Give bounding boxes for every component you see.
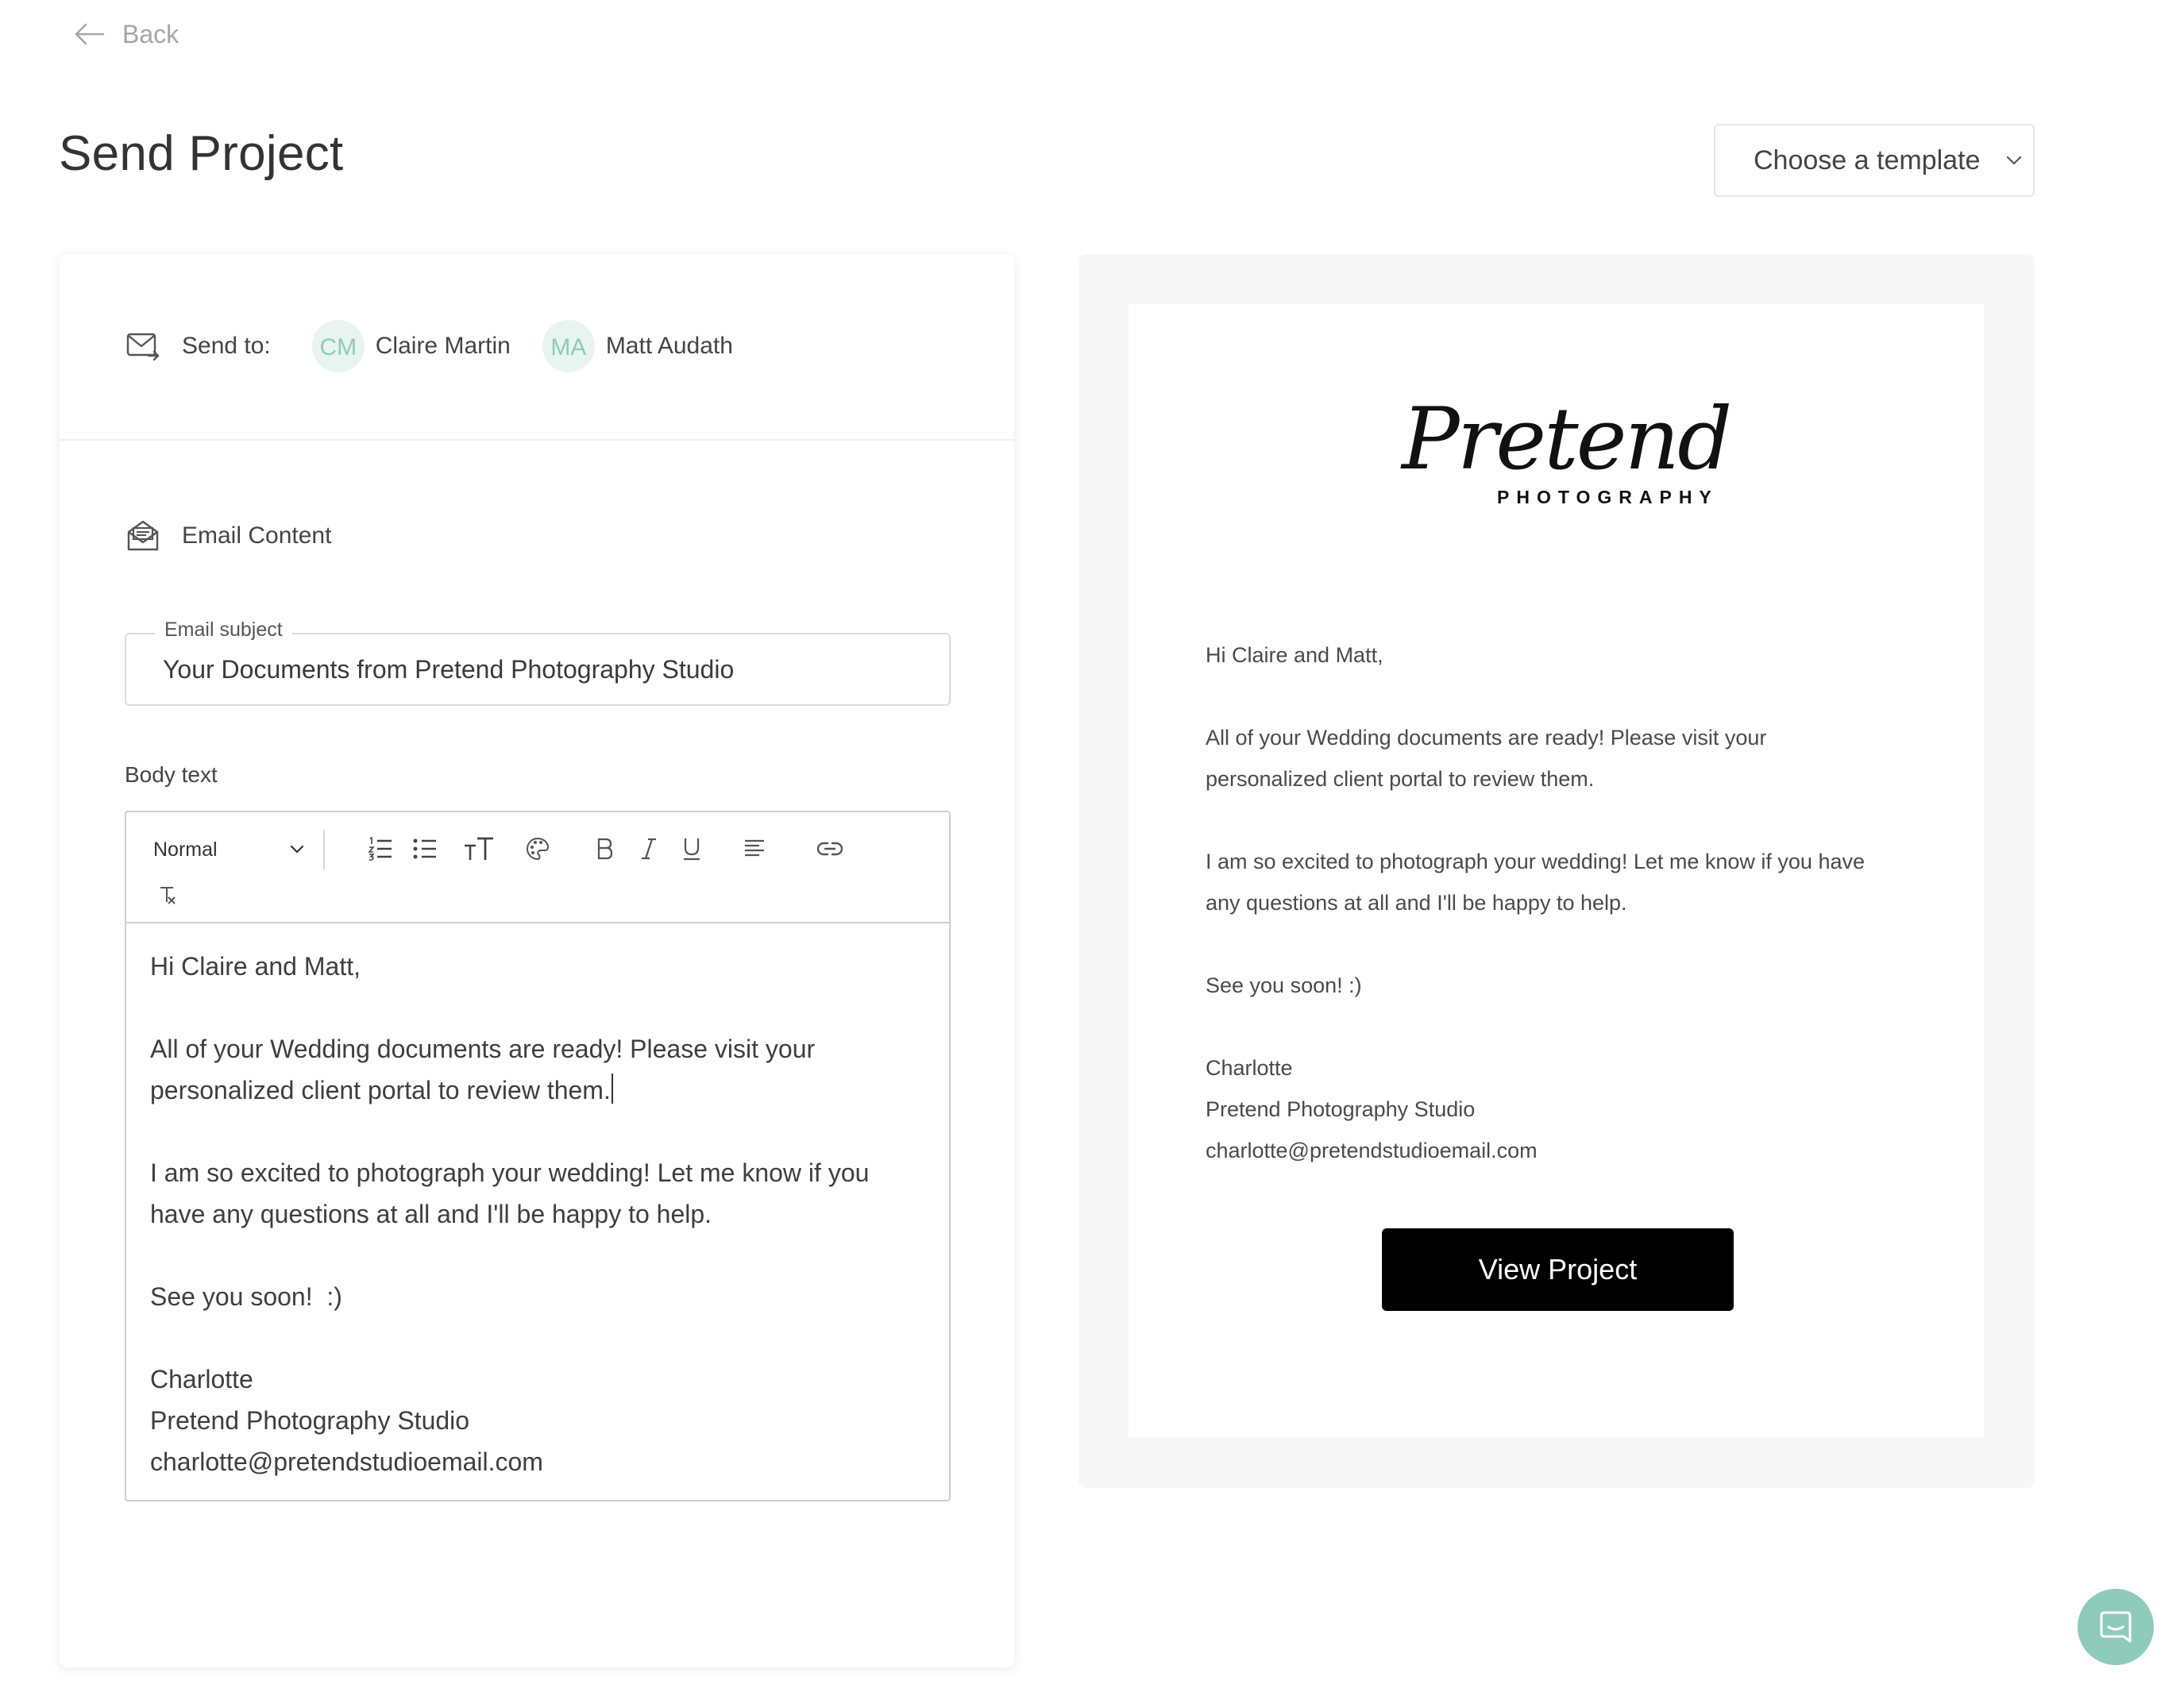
back-label: Back: [122, 19, 179, 48]
studio-logo: Pretend PHOTOGRAPHY: [1399, 390, 1732, 525]
editor-paragraph-line: have any questions at all and I'll be ha…: [150, 1200, 712, 1228]
underline-icon[interactable]: [677, 833, 706, 865]
chevron-down-icon: [290, 845, 304, 854]
recipient-chip[interactable]: MA Matt Audath: [542, 320, 733, 372]
body-text-label: Body text: [125, 762, 218, 787]
rich-text-editor: Normal Hi Claire and Matt, All of your W…: [125, 811, 951, 1501]
italic-icon[interactable]: [635, 833, 663, 865]
arrow-left-icon: [73, 22, 105, 46]
editor-closing: See you soon! :): [150, 1282, 342, 1311]
text-cursor: [611, 1073, 613, 1104]
color-palette-icon[interactable]: [522, 833, 554, 865]
send-to-label: Send to:: [182, 333, 271, 359]
format-select-value: Normal: [153, 838, 218, 861]
send-to-row: Send to: CM Claire Martin MA Matt Audath: [126, 316, 765, 376]
email-content-label: Email Content: [182, 522, 332, 549]
back-link[interactable]: Back: [73, 16, 179, 52]
editor-paragraph-line: personalized client portal to review the…: [150, 1070, 928, 1111]
preview-closing: See you soon! :): [1206, 973, 1362, 997]
ordered-list-icon[interactable]: [365, 833, 396, 865]
logo-subtitle: PHOTOGRAPHY: [1497, 487, 1719, 507]
chevron-down-icon: [2005, 155, 2023, 166]
text-size-icon[interactable]: [461, 833, 496, 865]
recipient-name: Matt Audath: [605, 333, 733, 359]
editor-text: personalized client portal to review the…: [150, 1076, 611, 1104]
bold-icon[interactable]: [590, 833, 619, 865]
email-preview: Pretend PHOTOGRAPHY Hi Claire and Matt, …: [1129, 304, 1984, 1437]
preview-signature-studio: Pretend Photography Studio: [1206, 1097, 1476, 1121]
email-subject-field: Email subject: [125, 619, 951, 706]
editor-greeting: Hi Claire and Matt,: [150, 952, 361, 981]
editor-paragraph-line: I am so excited to photograph your weddi…: [150, 1158, 870, 1187]
page-title: Send Project: [59, 126, 344, 181]
divider: [60, 439, 1014, 441]
chat-launcher-button[interactable]: [2078, 1589, 2154, 1665]
preview-paragraph-line: I am so excited to photograph your weddi…: [1206, 850, 1865, 873]
recipient-chip[interactable]: CM Claire Martin: [311, 320, 511, 372]
align-left-icon[interactable]: [739, 833, 770, 865]
template-select-label: Choose a template: [1754, 145, 1981, 175]
email-preview-panel: Pretend PHOTOGRAPHY Hi Claire and Matt, …: [1078, 254, 2035, 1488]
preview-paragraph-line: any questions at all and I'll be happy t…: [1206, 891, 1627, 915]
mail-open-icon: [126, 519, 160, 553]
recipient-name: Claire Martin: [375, 333, 511, 359]
preview-body: Hi Claire and Matt, All of your Wedding …: [1206, 634, 1952, 1171]
mail-send-icon: [126, 332, 160, 360]
editor-signature-studio: Pretend Photography Studio: [150, 1406, 470, 1435]
preview-signature-email: charlotte@pretendstudioemail.com: [1206, 1139, 1538, 1162]
editor-signature-name: Charlotte: [150, 1365, 253, 1393]
link-icon[interactable]: [814, 833, 846, 865]
template-select[interactable]: Choose a template: [1714, 124, 2035, 197]
avatar: CM: [311, 320, 365, 372]
editor-paragraph-line: All of your Wedding documents are ready!…: [150, 1035, 816, 1063]
preview-greeting: Hi Claire and Matt,: [1206, 643, 1383, 667]
preview-paragraph-line: personalized client portal to review the…: [1206, 767, 1595, 791]
email-content-heading: Email Content: [126, 515, 331, 557]
editor-toolbar: Normal: [126, 812, 949, 923]
preview-paragraph-line: All of your Wedding documents are ready!…: [1206, 726, 1767, 750]
compose-card: Send to: CM Claire Martin MA Matt Audath…: [60, 254, 1014, 1667]
chat-icon: [2098, 1609, 2133, 1644]
avatar: MA: [542, 320, 595, 372]
logo-script-text: Pretend: [1402, 390, 1732, 489]
bullet-list-icon[interactable]: [409, 833, 441, 865]
clear-format-icon[interactable]: [153, 879, 182, 911]
toolbar-separator: [323, 830, 325, 869]
preview-signature-name: Charlotte: [1206, 1056, 1293, 1080]
editor-body[interactable]: Hi Claire and Matt, All of your Wedding …: [150, 946, 928, 1482]
format-select[interactable]: Normal: [153, 831, 304, 868]
editor-signature-email: charlotte@pretendstudioemail.com: [150, 1447, 543, 1476]
view-project-button[interactable]: View Project: [1382, 1228, 1734, 1311]
email-subject-input[interactable]: [163, 634, 925, 704]
